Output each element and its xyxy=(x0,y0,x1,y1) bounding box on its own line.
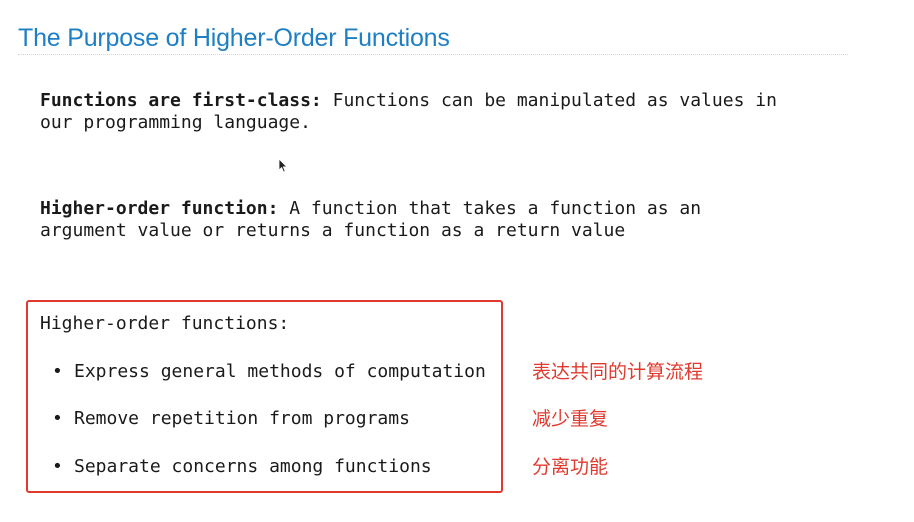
definition-text: A function that takes a function as an xyxy=(278,198,702,219)
definition-higher-order: Higher-order function: A function that t… xyxy=(40,198,701,242)
bullet-item: • Separate concerns among functions xyxy=(52,456,432,478)
bullet-text: Express general methods of computation xyxy=(74,361,486,382)
mouse-pointer-icon xyxy=(278,158,288,173)
title-divider xyxy=(18,54,848,55)
bullet-icon: • xyxy=(52,361,63,382)
bullet-icon: • xyxy=(52,456,63,477)
slide-title: The Purpose of Higher-Order Functions xyxy=(18,24,450,52)
definition-term: Functions are first-class: xyxy=(40,90,322,111)
bullet-item: • Express general methods of computation xyxy=(52,361,486,383)
definition-text-continued: our programming language. xyxy=(40,112,311,133)
bullet-text: Separate concerns among functions xyxy=(74,456,432,477)
annotation-note: 减少重复 xyxy=(532,408,609,430)
slide: The Purpose of Higher-Order Functions Fu… xyxy=(0,0,914,522)
definition-term: Higher-order function: xyxy=(40,198,279,219)
box-heading: Higher-order functions: xyxy=(40,313,290,334)
bullet-item: • Remove repetition from programs xyxy=(52,408,410,430)
annotation-note: 分离功能 xyxy=(532,456,609,478)
definition-first-class: Functions are first-class: Functions can… xyxy=(40,90,777,134)
annotation-note: 表达共同的计算流程 xyxy=(532,361,704,383)
definition-text-continued: argument value or returns a function as … xyxy=(40,220,626,241)
bullet-text: Remove repetition from programs xyxy=(74,408,410,429)
definition-text: Functions can be manipulated as values i… xyxy=(321,90,777,111)
bullet-icon: • xyxy=(52,408,63,429)
